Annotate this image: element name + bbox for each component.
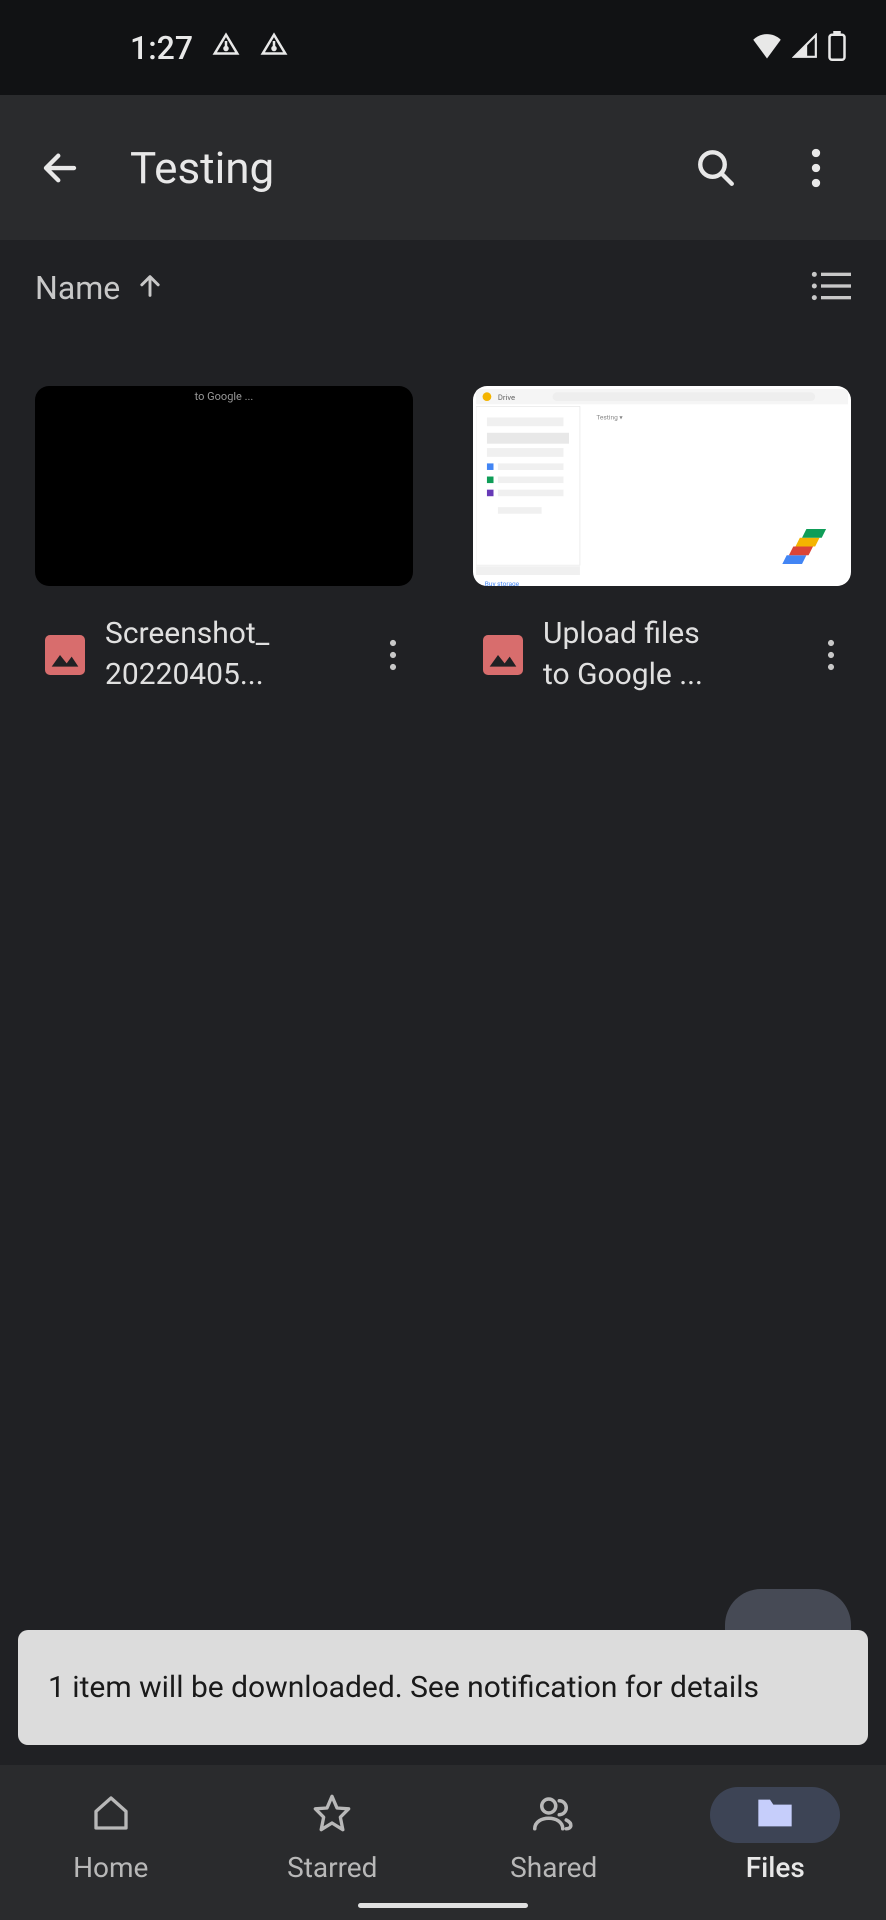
app-bar: Testing [0, 95, 886, 240]
arrow-up-icon [136, 272, 164, 304]
wifi-icon [752, 33, 782, 63]
sort-label: Name [35, 269, 120, 307]
more-options-button[interactable] [791, 143, 841, 193]
file-more-button[interactable] [373, 635, 413, 675]
thumb-text: to Google ... [195, 390, 254, 403]
drive-notification-icon [211, 31, 241, 65]
image-file-icon [483, 635, 523, 675]
nav-label: Files [746, 1851, 805, 1884]
image-file-icon [45, 635, 85, 675]
folder-icon [755, 1796, 795, 1834]
sort-button[interactable]: Name [35, 269, 164, 307]
app-actions [691, 143, 856, 193]
status-right [752, 31, 846, 65]
file-item[interactable]: to Google ... Screenshot_ 20220405... [35, 386, 413, 695]
drive-notification-icon-2 [259, 31, 289, 65]
nav-label: Starred [287, 1851, 377, 1884]
file-name: Upload files to Google ... [543, 614, 791, 695]
status-time: 1:27 [130, 29, 193, 67]
star-icon [312, 1793, 352, 1837]
file-more-button[interactable] [811, 635, 851, 675]
back-button[interactable] [30, 138, 90, 198]
status-left: 1:27 [130, 29, 289, 67]
sort-row: Name [0, 240, 886, 336]
home-indicator [358, 1903, 528, 1908]
file-grid: to Google ... Screenshot_ 20220405... [0, 336, 886, 1767]
svg-text:Buy storage: Buy storage [485, 580, 520, 586]
snackbar-message: 1 item will be downloaded. See notificat… [48, 1670, 759, 1705]
snackbar: 1 item will be downloaded. See notificat… [18, 1630, 868, 1745]
battery-icon [828, 31, 846, 65]
view-toggle-button[interactable] [811, 268, 851, 308]
status-bar: 1:27 [0, 0, 886, 95]
nav-shared[interactable]: Shared [443, 1787, 665, 1884]
nav-starred[interactable]: Starred [222, 1787, 444, 1884]
nav-label: Home [73, 1851, 148, 1884]
bottom-nav: Home Starred Shared [0, 1765, 886, 1920]
file-thumbnail: Drive Buy storage [473, 386, 851, 586]
people-icon [533, 1792, 575, 1838]
nav-label: Shared [510, 1851, 597, 1884]
drive-ui-preview: Drive Buy storage [476, 389, 848, 586]
page-title: Testing [130, 142, 691, 194]
nav-files[interactable]: Files [665, 1787, 886, 1884]
cellular-icon [792, 33, 818, 63]
home-icon [91, 1793, 131, 1837]
file-thumbnail: to Google ... [35, 386, 413, 586]
svg-text:Testing ▾: Testing ▾ [596, 414, 623, 422]
nav-home[interactable]: Home [0, 1787, 222, 1884]
file-item[interactable]: Drive Buy storage [473, 386, 851, 695]
search-button[interactable] [691, 143, 741, 193]
file-name: Screenshot_ 20220405... [105, 614, 353, 695]
svg-text:Drive: Drive [498, 393, 515, 402]
